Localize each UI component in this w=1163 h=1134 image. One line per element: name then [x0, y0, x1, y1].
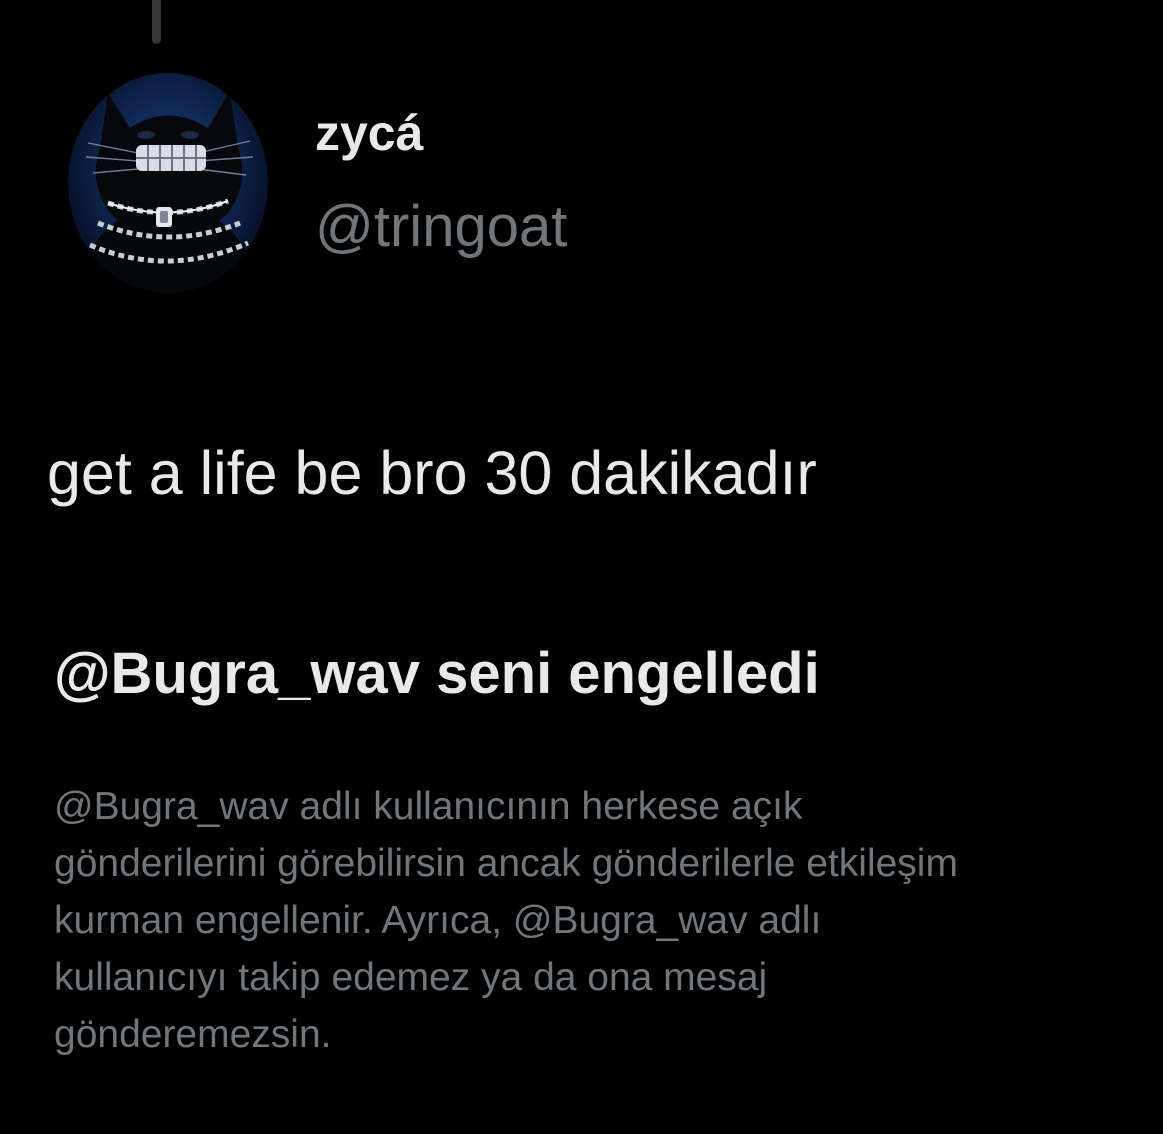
avatar[interactable] — [68, 73, 268, 293]
author-handle[interactable]: @tringoat — [315, 198, 567, 256]
blocked-notice-body: @Bugra_wav adlı kullanıcının herkese açı… — [54, 778, 1154, 1063]
blocked-notice-line: gönderilerini görebilirsin ancak gönderi… — [54, 842, 958, 885]
blocked-notice-title: @Bugra_wav seni engelledi — [54, 641, 820, 706]
thread-connector-line — [152, 0, 161, 44]
blocked-notice-line: @Bugra_wav adlı kullanıcının herkese açı… — [54, 785, 803, 828]
black-cat-avatar-icon — [78, 91, 258, 293]
blocked-notice-line: kullanıcıyı takip edemez ya da ona mesaj — [54, 956, 768, 999]
author-display-name[interactable]: zycá — [315, 108, 423, 158]
blocked-notice-line: kurman engellenir. Ayrıca, @Bugra_wav ad… — [54, 899, 822, 942]
blocked-notice-line: gönderemezsin. — [54, 1013, 332, 1056]
tweet-text: get a life be bro 30 dakikadır — [47, 439, 817, 507]
